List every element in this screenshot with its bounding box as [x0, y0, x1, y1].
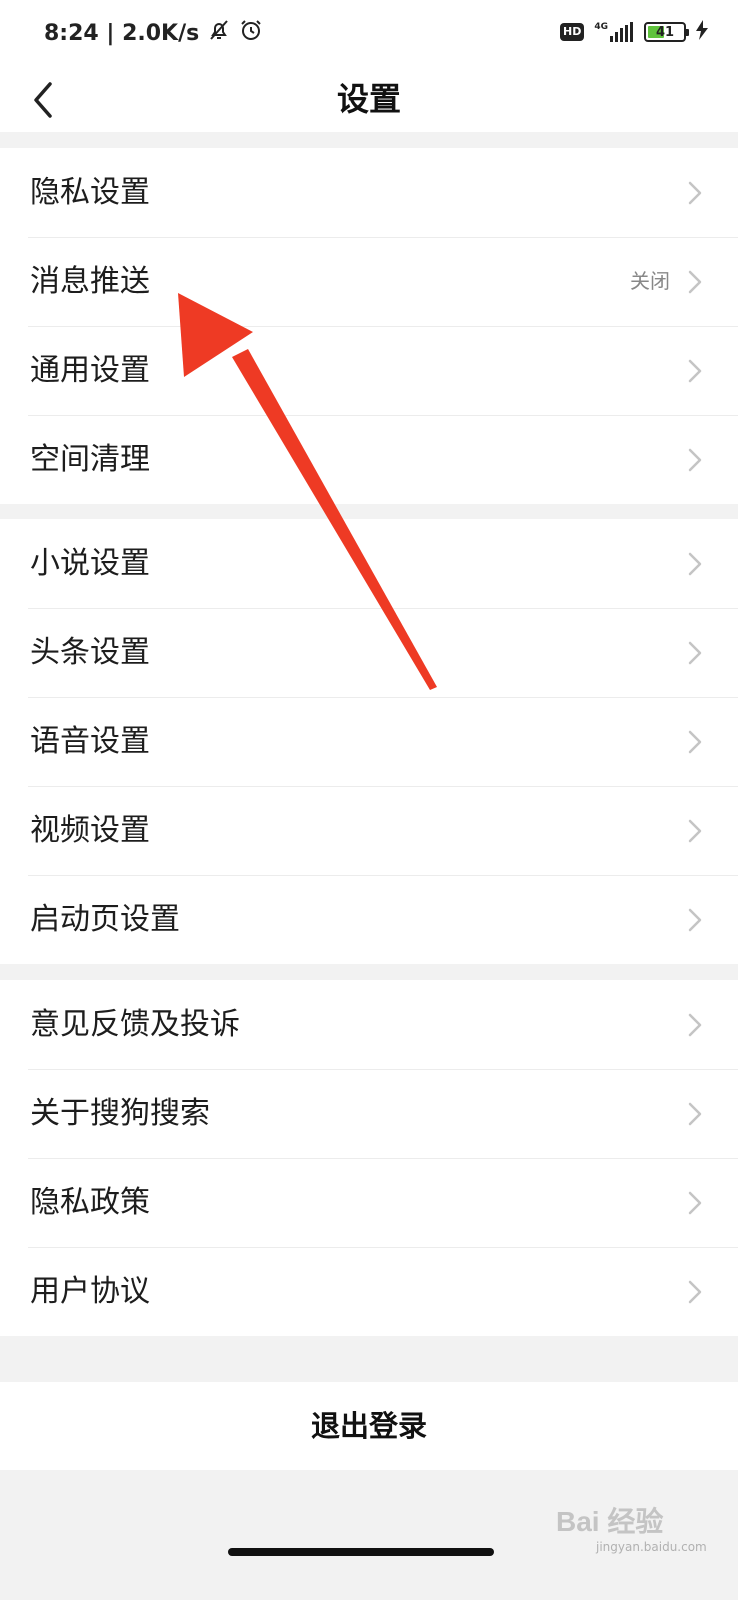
settings-item-label: 头条设置	[30, 635, 150, 670]
chevron-right-icon	[688, 181, 702, 205]
settings-item-voice[interactable]: 语音设置	[0, 697, 738, 786]
network-type: 4G	[594, 22, 608, 32]
charging-bolt-icon	[696, 20, 708, 44]
battery-level: 41	[655, 24, 675, 40]
status-right: HD 4G 41	[560, 20, 708, 44]
settings-item-label: 小说设置	[30, 546, 150, 581]
settings-item-privacy-policy[interactable]: 隐私政策	[0, 1158, 738, 1247]
chevron-right-icon	[688, 1191, 702, 1215]
settings-item-general[interactable]: 通用设置	[0, 326, 738, 415]
chevron-right-icon	[688, 1280, 702, 1304]
chevron-right-icon	[688, 552, 702, 576]
settings-item-label: 隐私设置	[30, 175, 150, 210]
chevron-right-icon	[688, 641, 702, 665]
settings-item-label: 通用设置	[30, 353, 150, 388]
settings-item-privacy[interactable]: 隐私设置	[0, 148, 738, 237]
settings-item-label: 消息推送	[30, 264, 150, 299]
settings-group-general: 隐私设置 消息推送 关闭 通用设置 空间清理	[0, 148, 738, 504]
chevron-right-icon	[688, 448, 702, 472]
mute-bell-icon	[207, 18, 231, 48]
page-title: 设置	[336, 80, 401, 118]
chevron-right-icon	[688, 730, 702, 754]
watermark-url: jingyan.baidu.com	[596, 1540, 707, 1554]
settings-item-storage-clean[interactable]: 空间清理	[0, 415, 738, 504]
settings-item-headlines[interactable]: 头条设置	[0, 608, 738, 697]
home-indicator	[228, 1548, 494, 1556]
chevron-right-icon	[688, 908, 702, 932]
chevron-right-icon	[688, 1102, 702, 1126]
status-time-speed: 8:24 | 2.0K/s	[44, 20, 200, 46]
chevron-right-icon	[688, 359, 702, 383]
settings-item-label: 启动页设置	[30, 902, 180, 937]
settings-item-about[interactable]: 关于搜狗搜索	[0, 1069, 738, 1158]
settings-item-novel[interactable]: 小说设置	[0, 519, 738, 608]
settings-group-content: 小说设置 头条设置 语音设置 视频设置 启动页设置	[0, 519, 738, 964]
settings-item-feedback[interactable]: 意见反馈及投诉	[0, 980, 738, 1069]
logout-button[interactable]: 退出登录	[0, 1382, 738, 1470]
settings-item-label: 语音设置	[30, 724, 150, 759]
battery-icon: 41	[644, 22, 689, 42]
settings-item-label: 视频设置	[30, 813, 150, 848]
settings-item-push[interactable]: 消息推送 关闭	[0, 237, 738, 326]
alarm-clock-icon	[239, 18, 263, 48]
status-bar: 8:24 | 2.0K/s HD 4G 41	[0, 0, 738, 66]
settings-item-label: 用户协议	[30, 1274, 150, 1309]
hd-badge: HD	[560, 23, 585, 41]
settings-item-label: 空间清理	[30, 442, 150, 477]
settings-item-video[interactable]: 视频设置	[0, 786, 738, 875]
settings-item-label: 意见反馈及投诉	[30, 1007, 240, 1042]
chevron-right-icon	[688, 1013, 702, 1037]
signal-icon: 4G	[594, 22, 634, 42]
settings-item-label: 隐私政策	[30, 1185, 150, 1220]
settings-item-label: 关于搜狗搜索	[30, 1096, 210, 1131]
settings-group-about: 意见反馈及投诉 关于搜狗搜索 隐私政策 用户协议	[0, 980, 738, 1336]
nav-bar: 设置	[0, 66, 738, 132]
baidu-jingyan-watermark: Bai 经验	[556, 1506, 664, 1537]
settings-item-splash[interactable]: 启动页设置	[0, 875, 738, 964]
push-status-value: 关闭	[630, 269, 670, 293]
settings-item-user-agreement[interactable]: 用户协议	[0, 1247, 738, 1336]
status-left: 8:24 | 2.0K/s	[44, 18, 263, 48]
chevron-right-icon	[688, 270, 702, 294]
chevron-right-icon	[688, 819, 702, 843]
